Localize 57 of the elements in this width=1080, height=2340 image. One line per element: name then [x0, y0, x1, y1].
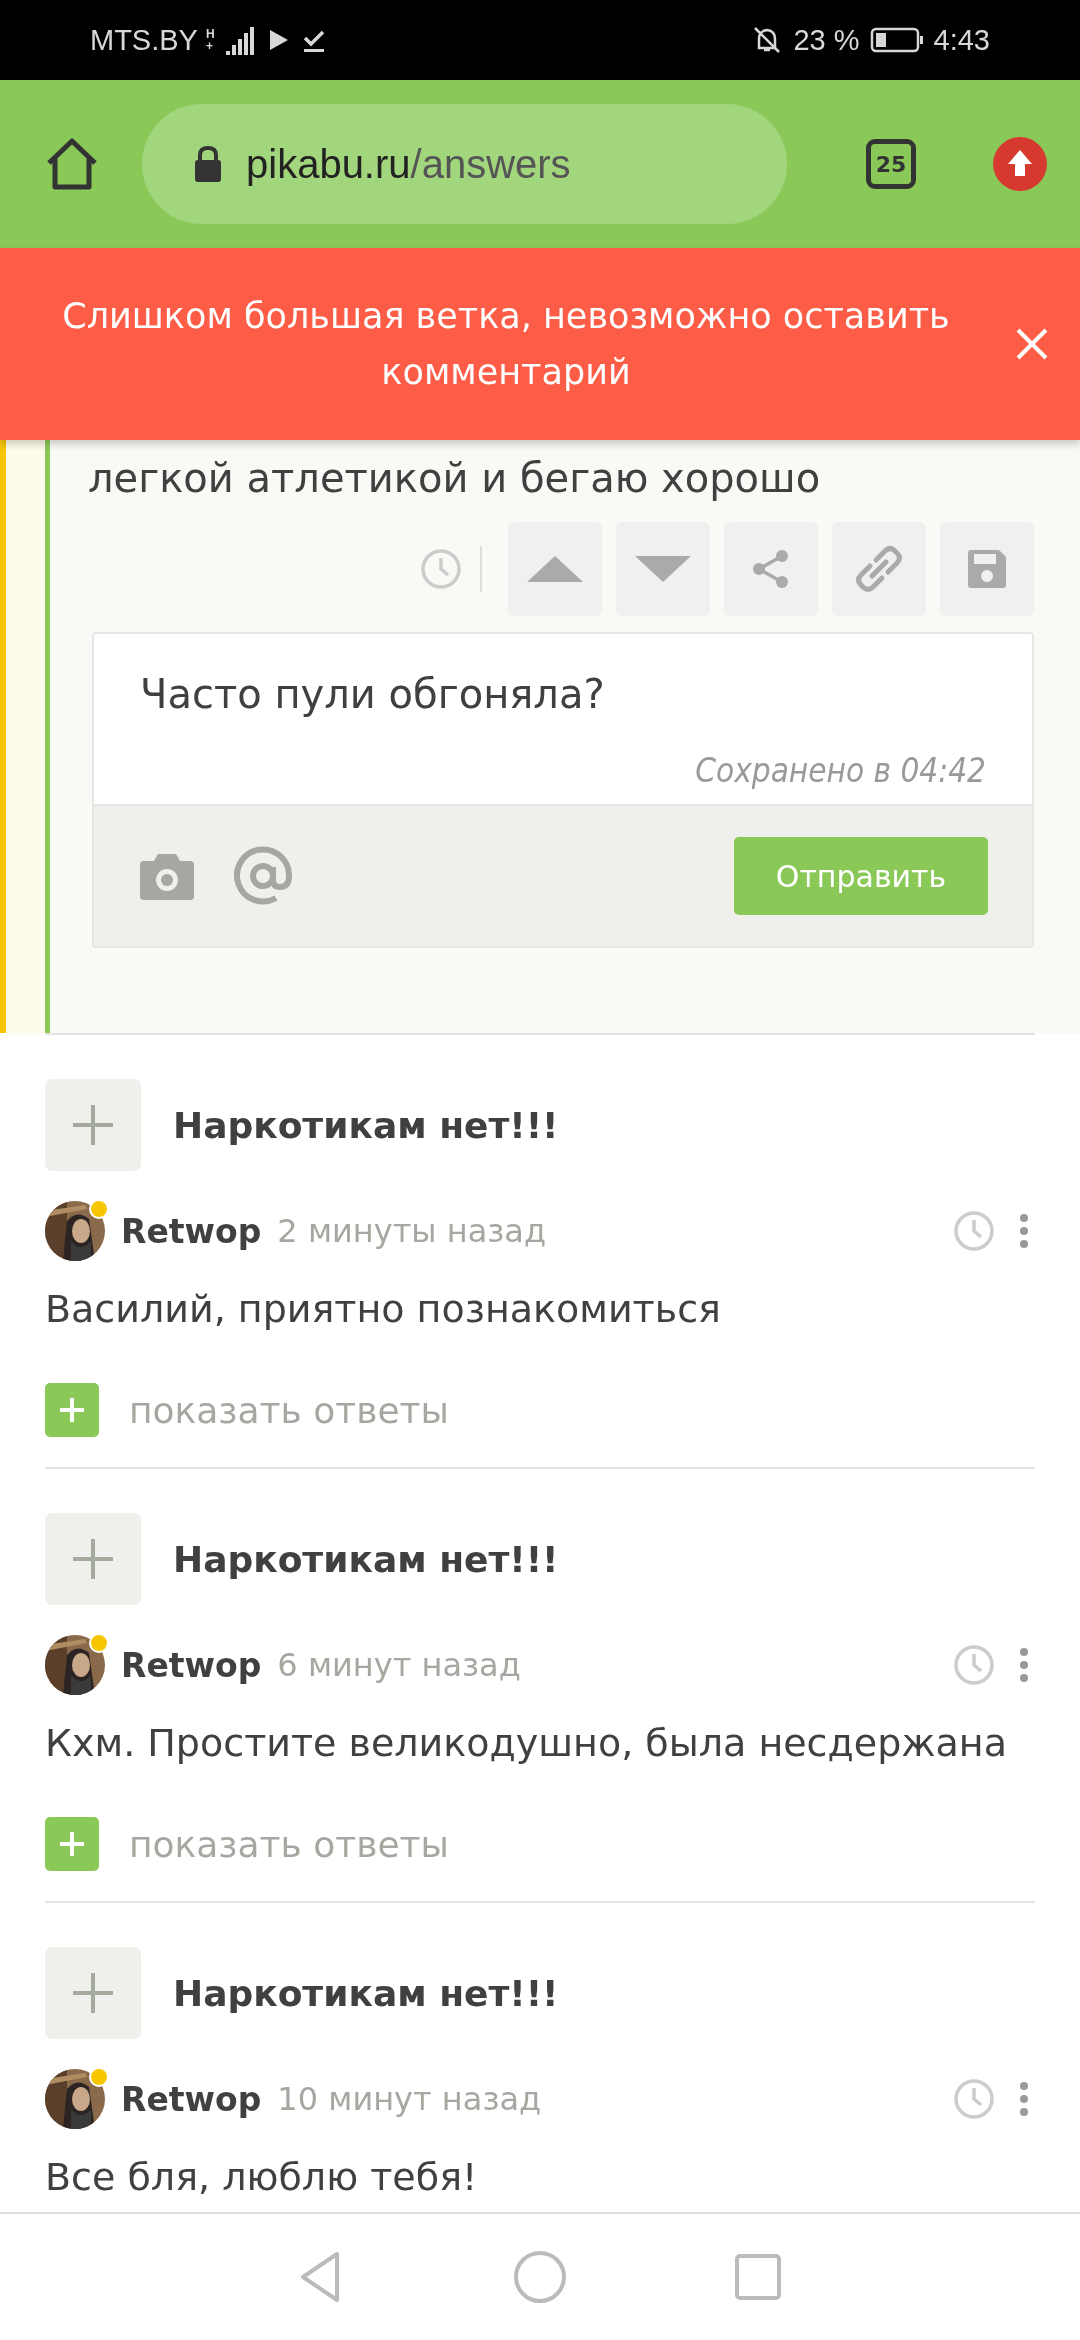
author-name[interactable]: Retwop	[121, 1645, 262, 1685]
plus-icon	[57, 1829, 87, 1859]
author-name[interactable]: Retwop	[121, 2079, 262, 2119]
save-button[interactable]	[940, 522, 1034, 616]
clock-time: 4:43	[933, 23, 990, 57]
url-text: pikabu.ru/answers	[246, 141, 571, 187]
comment-text: Все бля, люблю тебя!	[45, 2154, 479, 2201]
share-button[interactable]	[724, 522, 818, 616]
plus-icon	[70, 1970, 116, 2016]
expand-replies-button[interactable]	[45, 1383, 99, 1437]
link-button[interactable]	[832, 522, 926, 616]
more-icon[interactable]	[1019, 1647, 1029, 1683]
error-message: Слишком большая ветка, невозможно оставить комментарий	[61, 295, 951, 394]
signal-icon	[225, 25, 256, 55]
network-type: H+	[205, 28, 216, 52]
more-icon[interactable]	[1019, 1213, 1029, 1249]
post-title[interactable]: Наркотикам нет!!!	[173, 1104, 559, 1146]
expand-button[interactable]	[45, 1079, 141, 1171]
saved-status: Сохранено в 04:42	[695, 751, 986, 790]
comment-text: Василий, приятно познакомиться	[45, 1286, 722, 1333]
home-button[interactable]	[511, 2248, 569, 2306]
down-triangle-icon	[633, 554, 693, 584]
up-triangle-icon	[525, 554, 585, 584]
online-dot	[89, 1633, 109, 1653]
plus-icon	[70, 1536, 116, 1582]
more-icon[interactable]	[1019, 2081, 1029, 2117]
battery-icon	[869, 26, 924, 54]
expand-button[interactable]	[45, 1513, 141, 1605]
mention-icon[interactable]	[232, 845, 294, 907]
comment-time: 10 минут назад	[277, 2080, 542, 2118]
reply-field[interactable]: Часто пули обгоняла? Сохранено в 04:42	[94, 634, 1032, 804]
author-name[interactable]: Retwop	[121, 1211, 262, 1251]
downvote-button[interactable]	[616, 522, 710, 616]
clock-icon	[953, 2078, 995, 2120]
tab-count[interactable]: 25	[866, 139, 916, 189]
comment-time: 6 минут назад	[277, 1646, 521, 1684]
online-dot	[89, 2067, 109, 2087]
carrier-name: MTS.BY	[90, 23, 198, 57]
upvote-button[interactable]	[508, 522, 602, 616]
comment-time: 2 минуты назад	[277, 1212, 547, 1250]
comment-text: легкой атлетикой и бегаю хорошо	[88, 454, 822, 503]
address-bar[interactable]: pikabu.ru/answers	[142, 104, 787, 224]
camera-icon[interactable]	[138, 851, 196, 901]
plus-icon	[57, 1395, 87, 1425]
plus-icon	[70, 1102, 116, 1148]
expand-replies-button[interactable]	[45, 1817, 99, 1871]
expand-button[interactable]	[45, 1947, 141, 2039]
clock-icon	[953, 1210, 995, 1252]
post-title[interactable]: Наркотикам нет!!!	[173, 1972, 559, 2014]
online-dot	[89, 1199, 109, 1219]
comment-text: Кхм. Простите великодушно, была несдержана	[45, 1720, 1008, 1767]
clock-icon	[953, 1644, 995, 1686]
clock-icon	[420, 548, 462, 590]
lock-icon	[194, 145, 222, 183]
post-title[interactable]: Наркотикам нет!!!	[173, 1538, 559, 1580]
upload-icon[interactable]	[992, 136, 1048, 192]
battery-percent: 23 %	[793, 23, 860, 57]
